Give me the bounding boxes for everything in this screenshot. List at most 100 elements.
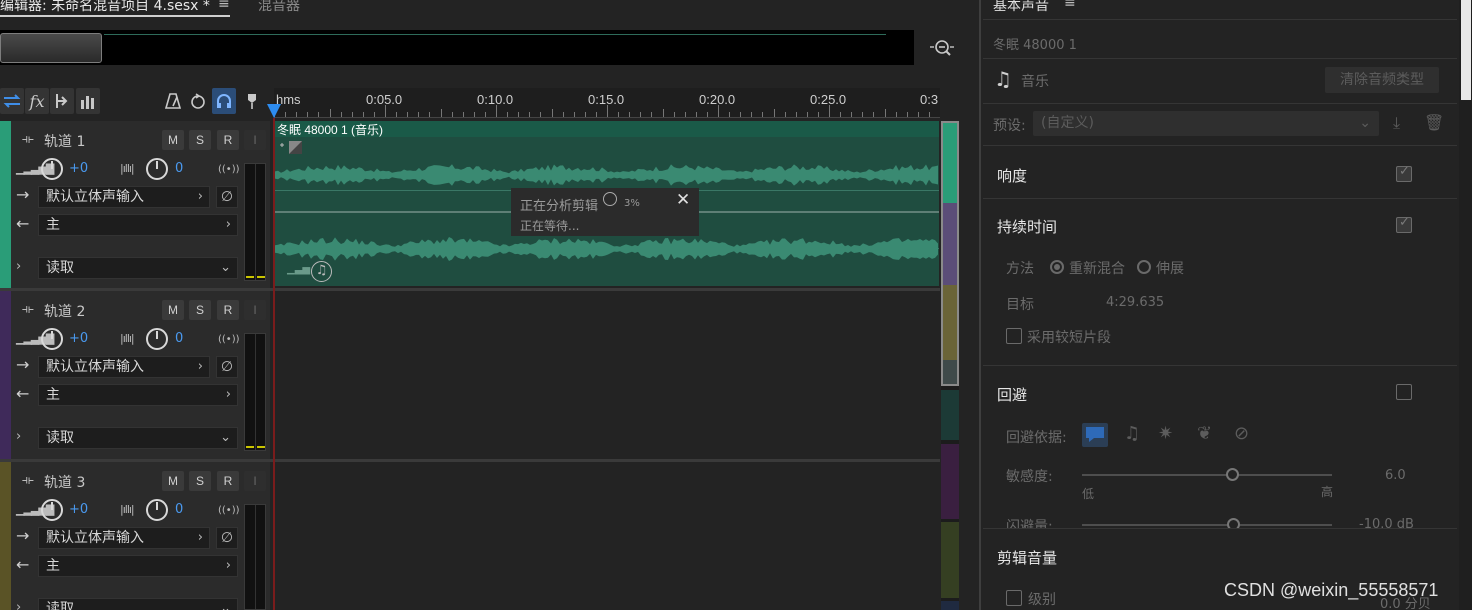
duck-amount-value[interactable]: -10.0 dB: [1359, 517, 1414, 528]
scroll-thumb-end[interactable]: [941, 360, 959, 386]
record-button[interactable]: R: [217, 471, 239, 491]
input-monitor-button[interactable]: I: [244, 471, 266, 491]
sensitivity-track[interactable]: [1082, 474, 1332, 476]
input-select[interactable]: 默认立体声输入 ›: [38, 356, 210, 378]
loudness-title[interactable]: 响度: [997, 165, 1027, 186]
automation-select[interactable]: 读取 ⌄: [38, 427, 238, 449]
pan-knob[interactable]: [146, 328, 168, 350]
scroll-segment-track7: [941, 601, 959, 610]
record-button[interactable]: R: [217, 300, 239, 320]
session-overview[interactable]: [0, 30, 914, 65]
track-name[interactable]: 轨道 1: [44, 131, 85, 151]
sensitivity-value[interactable]: 6.0: [1385, 468, 1406, 483]
output-arrow-icon: ←: [16, 214, 30, 233]
chevron-down-icon: ⌄: [220, 601, 231, 610]
music-note-icon[interactable]: ♫: [1124, 423, 1140, 444]
music-note-icon[interactable]: ♫: [311, 261, 332, 282]
track-color-strip: [0, 121, 11, 289]
duration-title[interactable]: 持续时间: [997, 216, 1057, 237]
input-monitor-button[interactable]: I: [244, 300, 266, 320]
level-checkbox[interactable]: [1006, 590, 1022, 606]
swap-icon[interactable]: [0, 88, 24, 114]
phase-invert-icon[interactable]: ∅: [216, 186, 238, 208]
ducking-title[interactable]: 回避: [997, 384, 1027, 405]
shorter-clip-checkbox[interactable]: [1006, 328, 1022, 344]
playhead-handle[interactable]: [267, 104, 281, 118]
volume-value[interactable]: +0: [69, 502, 88, 517]
input-monitor-button[interactable]: I: [244, 130, 266, 150]
input-arrow-icon: →: [16, 355, 30, 374]
trash-icon[interactable]: 🗑: [1424, 113, 1444, 132]
headphones-icon[interactable]: [212, 88, 236, 114]
pan-knob[interactable]: [146, 499, 168, 521]
solo-button[interactable]: S: [189, 300, 211, 320]
zoom-full-icon[interactable]: [929, 36, 955, 60]
output-select[interactable]: 主 ›: [38, 555, 238, 577]
metronome-icon[interactable]: [161, 88, 185, 114]
eq-bars-icon[interactable]: [76, 88, 100, 114]
phase-invert-icon[interactable]: ∅: [216, 356, 238, 378]
volume-knob[interactable]: [41, 158, 63, 180]
output-select[interactable]: 主 ›: [38, 384, 238, 406]
track-name[interactable]: 轨道 3: [44, 472, 85, 492]
clip-volume-title[interactable]: 剪辑音量: [997, 547, 1057, 568]
automation-select[interactable]: 读取 ⌄: [38, 598, 238, 610]
hamburger-icon[interactable]: ≡: [218, 0, 230, 12]
ruler-tick: [729, 112, 731, 117]
volume-knob[interactable]: [41, 328, 63, 350]
solo-button[interactable]: S: [189, 471, 211, 491]
expand-chevron-icon[interactable]: ›: [16, 600, 21, 610]
stretch-radio[interactable]: [1137, 260, 1151, 274]
pan-value[interactable]: 0: [175, 331, 183, 346]
pan-knob[interactable]: [146, 158, 168, 180]
loop-icon[interactable]: [186, 88, 210, 114]
record-button[interactable]: R: [217, 130, 239, 150]
remix-label[interactable]: 重新混合: [1069, 258, 1125, 278]
sparkle-icon[interactable]: ✷: [1158, 423, 1173, 444]
input-select[interactable]: 默认立体声输入 ›: [38, 527, 210, 549]
leaf-icon[interactable]: ❦: [1197, 423, 1212, 444]
panel-scroll-thumb[interactable]: [1461, 0, 1471, 100]
clear-audio-type-button[interactable]: 清除音频类型: [1325, 67, 1439, 93]
fx-icon[interactable]: fx: [25, 88, 49, 114]
remix-radio[interactable]: [1050, 260, 1064, 274]
mute-button[interactable]: M: [162, 300, 184, 320]
overview-zoom-thumb[interactable]: [0, 33, 102, 63]
phase-invert-icon[interactable]: ∅: [216, 527, 238, 549]
tab-editor[interactable]: 编辑器: 未命名混音项目 4.sesx *: [0, 0, 210, 15]
duck-amount-track[interactable]: [1082, 524, 1332, 526]
expand-chevron-icon[interactable]: ›: [16, 259, 21, 274]
panel-menu-icon[interactable]: ≡: [1064, 0, 1076, 11]
volume-value[interactable]: +0: [69, 331, 88, 346]
send-icon[interactable]: [50, 88, 74, 114]
tab-mixer[interactable]: 混音器: [258, 0, 300, 15]
pan-value[interactable]: 0: [175, 161, 183, 176]
save-preset-icon[interactable]: ⤓: [1393, 113, 1400, 133]
ruler-tick: [385, 105, 386, 117]
mute-button[interactable]: M: [162, 471, 184, 491]
loudness-checkbox[interactable]: [1396, 164, 1412, 182]
sensitivity-thumb[interactable]: [1226, 468, 1239, 481]
input-select[interactable]: 默认立体声输入 ›: [38, 186, 210, 208]
target-value[interactable]: 4:29.635: [1106, 295, 1164, 310]
volume-knob[interactable]: [41, 499, 63, 521]
no-sound-icon[interactable]: ⊘: [1234, 423, 1249, 444]
ducking-checkbox[interactable]: [1396, 384, 1412, 400]
expand-chevron-icon[interactable]: ›: [16, 429, 21, 444]
output-select[interactable]: 主 ›: [38, 214, 238, 236]
time-ruler[interactable]: hms 0:05.0 0:10.0 0:15.0 0:20.0 0:25.0 0…: [274, 88, 940, 118]
stretch-label[interactable]: 伸展: [1156, 258, 1184, 278]
speech-bubble-icon[interactable]: [1082, 423, 1108, 447]
automation-select-label: 读取: [46, 601, 74, 610]
pan-value[interactable]: 0: [175, 502, 183, 517]
duck-amount-thumb[interactable]: [1227, 518, 1240, 528]
track-name[interactable]: 轨道 2: [44, 301, 85, 321]
close-icon[interactable]: ✕: [676, 190, 690, 210]
solo-button[interactable]: S: [189, 130, 211, 150]
preset-select[interactable]: (自定义) ⌄: [1033, 111, 1379, 136]
duration-checkbox[interactable]: [1396, 215, 1412, 233]
mute-button[interactable]: M: [162, 130, 184, 150]
marker-icon[interactable]: [240, 88, 264, 114]
volume-value[interactable]: +0: [69, 161, 88, 176]
automation-select[interactable]: 读取 ⌄: [38, 257, 238, 279]
